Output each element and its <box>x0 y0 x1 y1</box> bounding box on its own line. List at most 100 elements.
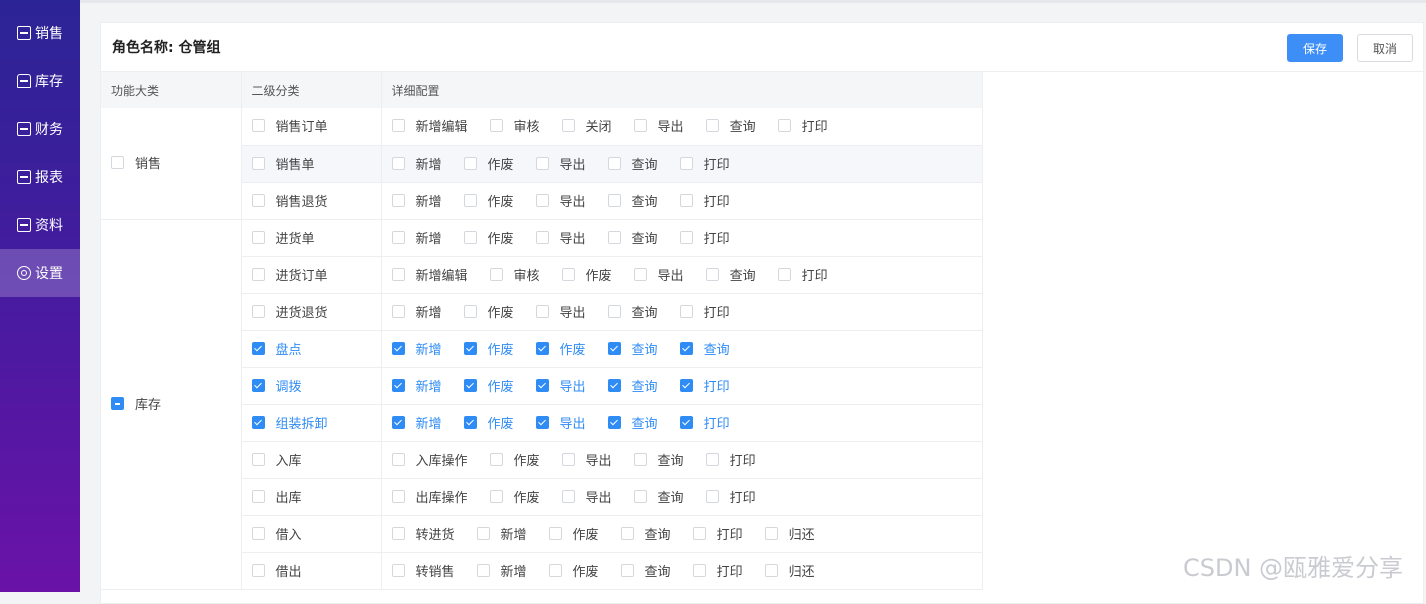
action-checkbox[interactable]: 新增 <box>391 339 442 358</box>
checkbox-box[interactable] <box>535 230 549 244</box>
action-checkbox[interactable]: 导出 <box>535 413 586 432</box>
subcategory-checkbox[interactable]: 调拨 <box>251 376 302 395</box>
action-checkbox[interactable]: 打印 <box>777 116 828 135</box>
checkbox-box[interactable] <box>535 378 549 392</box>
checkbox-box[interactable] <box>620 526 634 540</box>
checkbox-box[interactable] <box>620 563 634 577</box>
checkbox-box[interactable] <box>633 489 647 503</box>
checkbox-box[interactable] <box>607 193 621 207</box>
checkbox-box[interactable] <box>251 489 265 503</box>
action-checkbox[interactable]: 新增 <box>476 524 527 543</box>
checkbox-box[interactable] <box>476 526 490 540</box>
save-button[interactable]: 保存 <box>1287 34 1343 62</box>
checkbox-box[interactable] <box>548 563 562 577</box>
action-checkbox[interactable]: 转销售 <box>391 561 455 580</box>
checkbox-box[interactable] <box>679 304 693 318</box>
checkbox-box[interactable] <box>489 452 503 466</box>
action-checkbox[interactable]: 新增 <box>391 413 442 432</box>
action-checkbox[interactable]: 查询 <box>620 524 671 543</box>
subcategory-checkbox[interactable]: 盘点 <box>251 339 302 358</box>
action-checkbox[interactable]: 打印 <box>692 524 743 543</box>
action-checkbox[interactable]: 作废 <box>463 302 514 321</box>
checkbox-box[interactable] <box>777 119 791 133</box>
checkbox-box[interactable] <box>111 156 124 170</box>
action-checkbox[interactable]: 归还 <box>764 524 815 543</box>
action-checkbox[interactable]: 打印 <box>692 561 743 580</box>
subcategory-checkbox[interactable]: 借入 <box>251 524 302 543</box>
checkbox-box[interactable] <box>489 489 503 503</box>
sidebar-item-1[interactable]: 库存 <box>0 57 80 105</box>
checkbox-box[interactable] <box>777 267 791 281</box>
checkbox-box[interactable] <box>391 415 405 429</box>
category-checkbox[interactable]: 库存 <box>111 394 161 413</box>
checkbox-box[interactable] <box>561 489 575 503</box>
checkbox-box[interactable] <box>679 156 693 170</box>
action-checkbox[interactable]: 打印 <box>705 487 756 506</box>
checkbox-box[interactable] <box>251 341 265 355</box>
checkbox-box[interactable] <box>463 304 477 318</box>
action-checkbox[interactable]: 作废 <box>463 339 514 358</box>
action-checkbox[interactable]: 查询 <box>607 413 658 432</box>
action-checkbox[interactable]: 作废 <box>463 376 514 395</box>
action-checkbox[interactable]: 打印 <box>679 376 730 395</box>
sidebar-item-3[interactable]: 报表 <box>0 153 80 201</box>
action-checkbox[interactable]: 打印 <box>777 265 828 284</box>
subcategory-checkbox[interactable]: 借出 <box>251 561 302 580</box>
action-checkbox[interactable]: 查询 <box>607 339 658 358</box>
checkbox-box[interactable] <box>251 452 265 466</box>
action-checkbox[interactable]: 新增 <box>391 228 442 247</box>
checkbox-box[interactable] <box>251 563 265 577</box>
action-checkbox[interactable]: 作废 <box>535 339 586 358</box>
checkbox-box[interactable] <box>633 267 647 281</box>
checkbox-box[interactable] <box>463 415 477 429</box>
action-checkbox[interactable]: 导出 <box>561 487 612 506</box>
checkbox-box[interactable] <box>391 304 405 318</box>
checkbox-box[interactable] <box>764 563 778 577</box>
action-checkbox[interactable]: 新增 <box>391 376 442 395</box>
checkbox-box[interactable] <box>679 415 693 429</box>
checkbox-box[interactable] <box>535 304 549 318</box>
action-checkbox[interactable]: 打印 <box>679 191 730 210</box>
checkbox-box[interactable] <box>463 156 477 170</box>
action-checkbox[interactable]: 作废 <box>463 154 514 173</box>
action-checkbox[interactable]: 导出 <box>535 154 586 173</box>
action-checkbox[interactable]: 新增 <box>391 302 442 321</box>
subcategory-checkbox[interactable]: 销售退货 <box>251 191 328 210</box>
checkbox-box[interactable] <box>251 526 265 540</box>
checkbox-box[interactable] <box>607 156 621 170</box>
checkbox-box[interactable] <box>251 378 265 392</box>
action-checkbox[interactable]: 新增编辑 <box>391 116 468 135</box>
action-checkbox[interactable]: 查询 <box>607 302 658 321</box>
action-checkbox[interactable]: 转进货 <box>391 524 455 543</box>
checkbox-box[interactable] <box>633 452 647 466</box>
checkbox-box[interactable] <box>251 267 265 281</box>
action-checkbox[interactable]: 打印 <box>679 302 730 321</box>
action-checkbox[interactable]: 导出 <box>633 116 684 135</box>
action-checkbox[interactable]: 查询 <box>607 154 658 173</box>
checkbox-box[interactable] <box>489 267 503 281</box>
checkbox-box[interactable] <box>251 415 265 429</box>
action-checkbox[interactable]: 审核 <box>489 265 540 284</box>
action-checkbox[interactable]: 入库操作 <box>391 450 468 469</box>
action-checkbox[interactable]: 查询 <box>705 116 756 135</box>
checkbox-box[interactable] <box>251 119 265 133</box>
checkbox-box[interactable] <box>607 341 621 355</box>
action-checkbox[interactable]: 查询 <box>607 228 658 247</box>
action-checkbox[interactable]: 查询 <box>705 265 756 284</box>
action-checkbox[interactable]: 审核 <box>489 116 540 135</box>
action-checkbox[interactable]: 导出 <box>561 450 612 469</box>
checkbox-box[interactable] <box>607 378 621 392</box>
action-checkbox[interactable]: 打印 <box>679 154 730 173</box>
checkbox-box[interactable] <box>535 156 549 170</box>
action-checkbox[interactable]: 作废 <box>561 265 612 284</box>
subcategory-checkbox[interactable]: 进货订单 <box>251 265 328 284</box>
subcategory-checkbox[interactable]: 出库 <box>251 487 302 506</box>
checkbox-box[interactable] <box>692 563 706 577</box>
checkbox-box[interactable] <box>489 119 503 133</box>
action-checkbox[interactable]: 导出 <box>535 376 586 395</box>
sidebar-item-4[interactable]: 资料 <box>0 201 80 249</box>
action-checkbox[interactable]: 出库操作 <box>391 487 468 506</box>
checkbox-box[interactable] <box>391 489 405 503</box>
subcategory-checkbox[interactable]: 入库 <box>251 450 302 469</box>
action-checkbox[interactable]: 打印 <box>679 228 730 247</box>
